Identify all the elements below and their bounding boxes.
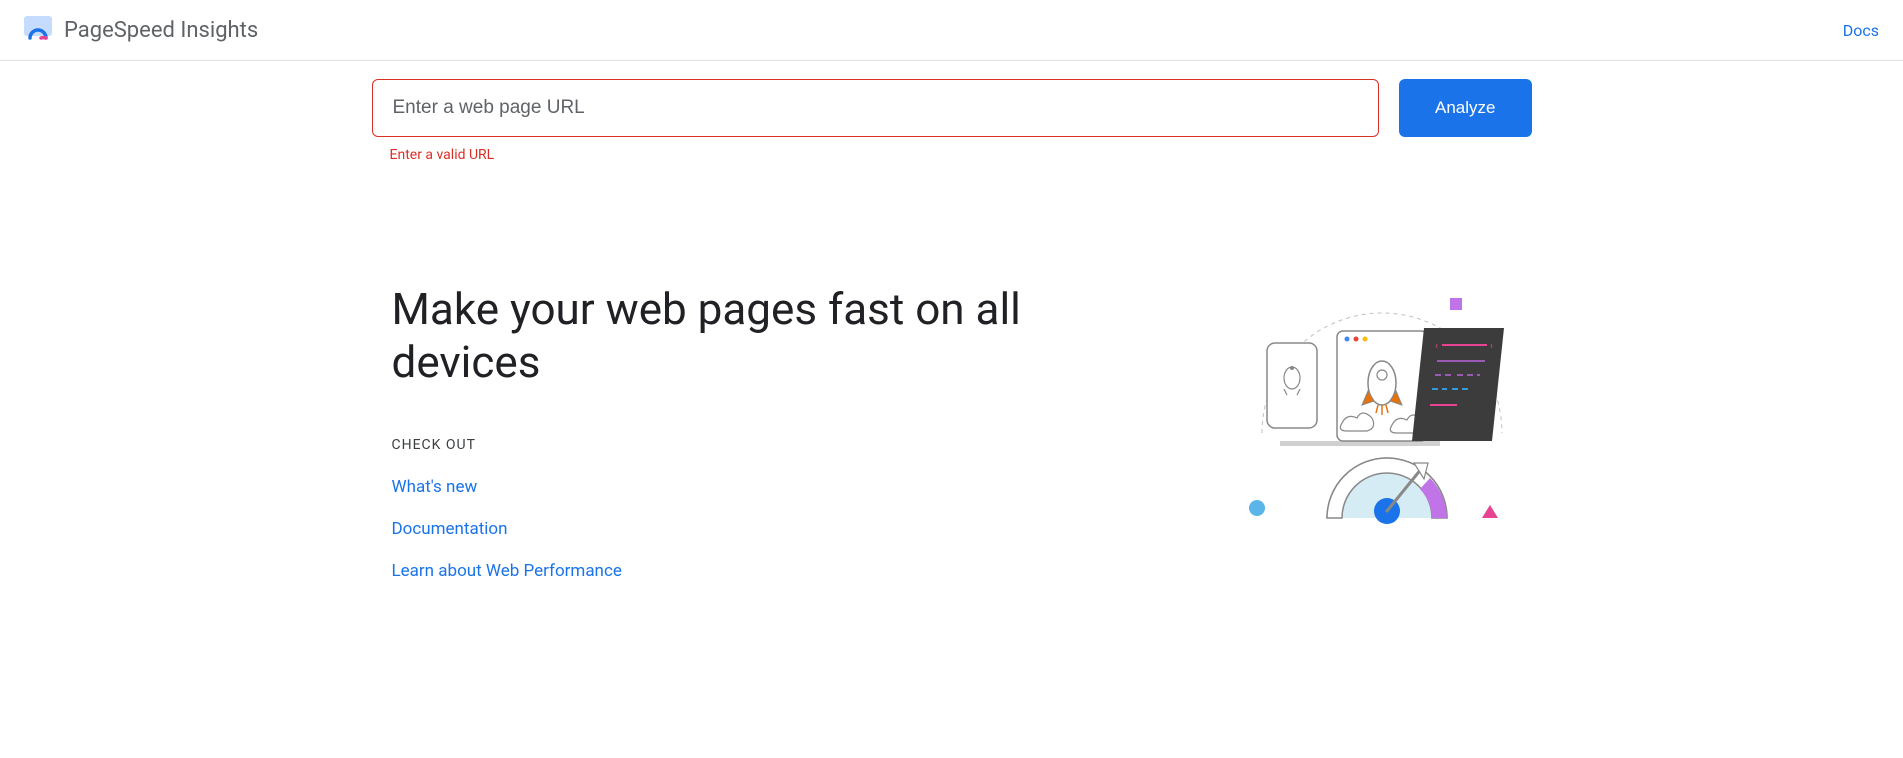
app-header: PageSpeed Insights Docs — [0, 0, 1903, 61]
checkout-label: CHECK OUT — [392, 437, 1172, 453]
app-title: PageSpeed Insights — [64, 18, 258, 43]
headline: Make your web pages fast on all devices — [392, 283, 1172, 389]
input-wrapper: Enter a valid URL — [372, 79, 1380, 163]
svg-text:›: › — [1490, 341, 1493, 352]
link-documentation[interactable]: Documentation — [392, 519, 1172, 539]
link-whats-new[interactable]: What's new — [392, 477, 1172, 497]
analyze-button[interactable]: Analyze — [1399, 79, 1531, 137]
pagespeed-logo-icon — [24, 16, 52, 44]
docs-link[interactable]: Docs — [1843, 21, 1879, 40]
url-error-message: Enter a valid URL — [390, 147, 1380, 163]
header-brand: PageSpeed Insights — [24, 16, 258, 44]
link-web-performance[interactable]: Learn about Web Performance — [392, 561, 1172, 581]
main-content: Make your web pages fast on all devices … — [352, 163, 1552, 581]
link-list: What's new Documentation Learn about Web… — [392, 477, 1172, 581]
url-input[interactable] — [372, 79, 1380, 137]
svg-text:‹: ‹ — [1435, 341, 1438, 352]
devices-illustration: ‹ › — [1212, 283, 1512, 533]
content-left: Make your web pages fast on all devices … — [392, 283, 1172, 581]
search-section: Enter a valid URL Analyze — [352, 61, 1552, 163]
search-row: Enter a valid URL Analyze — [372, 79, 1532, 163]
